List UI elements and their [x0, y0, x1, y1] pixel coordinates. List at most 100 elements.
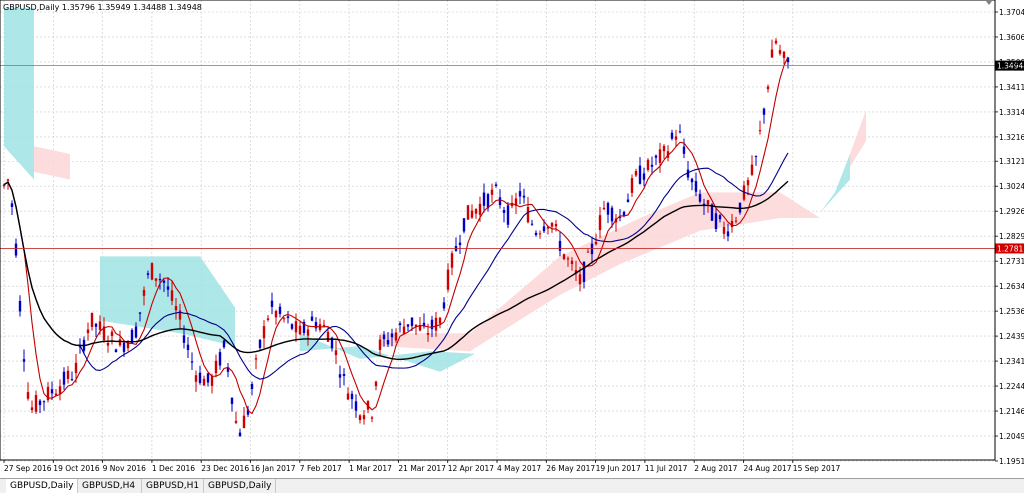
candle-body	[626, 199, 630, 203]
candle-body	[314, 322, 318, 329]
candle-body	[522, 195, 526, 198]
candle-body	[58, 386, 62, 394]
candle-body	[562, 254, 566, 260]
candle-body	[766, 86, 770, 90]
candle-body	[630, 178, 634, 193]
candle-body	[722, 227, 726, 234]
candle-body	[762, 108, 766, 115]
candle-body	[254, 358, 258, 360]
time-tick-label: 1 Mar 2017	[349, 464, 392, 473]
candle-body	[490, 189, 494, 195]
candle-body	[586, 251, 590, 253]
candle-body	[210, 376, 214, 386]
candle-body	[178, 310, 182, 320]
price-tick-label: 1.37040	[999, 8, 1024, 17]
candle-body	[74, 362, 78, 374]
candle-body	[134, 326, 138, 338]
candle-body	[282, 318, 286, 320]
price-tick-label: 1.34115	[999, 83, 1024, 92]
time-tick-label: 26 May 2017	[546, 464, 595, 473]
candle-body	[606, 202, 610, 215]
candle-body	[750, 164, 754, 175]
candle-body	[118, 339, 122, 346]
candle-body	[90, 312, 94, 327]
time-tick-label: 2 Aug 2017	[694, 464, 737, 473]
candle-body	[406, 324, 410, 327]
candle-body	[370, 417, 374, 419]
candle-body	[458, 242, 462, 246]
chart-tabbar: GBPUSD,Daily GBPUSD,H4 GBPUSD,H1 GBPUSD,Dai…	[0, 478, 1024, 493]
candle-body	[478, 203, 482, 215]
chart-tab-2[interactable]: GBPUSD,H4	[78, 479, 142, 493]
candle-body	[66, 370, 70, 379]
candle-body	[238, 432, 242, 437]
candle-body	[558, 240, 562, 251]
candle-body	[14, 243, 18, 256]
candle-body	[182, 335, 186, 343]
candle-body	[374, 381, 378, 387]
candle-body	[146, 273, 150, 275]
candle-body	[306, 329, 310, 336]
candle-body	[502, 210, 506, 213]
candle-body	[170, 290, 174, 301]
candle-body	[150, 263, 154, 280]
price-chart[interactable]: 1.349481.27811 1.370401.360651.350901.34…	[0, 0, 1024, 478]
candle-body	[550, 222, 554, 227]
chart-window[interactable]: 1.349481.27811 1.370401.360651.350901.34…	[0, 0, 1024, 493]
candle-body	[214, 360, 218, 374]
price-tick-label: 1.33140	[999, 108, 1024, 117]
chart-tab-1[interactable]: GBPUSD,Daily	[6, 479, 78, 493]
candle-body	[106, 342, 110, 346]
candle-body	[654, 155, 658, 158]
candle-body	[642, 173, 646, 180]
candle-body	[774, 40, 778, 44]
price-tick-label: 1.19515	[999, 457, 1024, 466]
candle-body	[682, 146, 686, 154]
candle-body	[234, 420, 238, 423]
candle-body	[530, 223, 534, 225]
candle-body	[610, 207, 614, 222]
candle-body	[206, 373, 210, 383]
candle-body	[534, 232, 538, 236]
candle-body	[358, 415, 362, 421]
chart-background	[0, 0, 1024, 478]
candle-body	[114, 349, 118, 353]
candle-body	[438, 317, 442, 324]
time-tick-label: 12 Apr 2017	[448, 464, 495, 473]
candle-body	[662, 145, 666, 152]
candle-body	[718, 215, 722, 220]
candle-body	[34, 395, 38, 412]
candle-body	[298, 325, 302, 335]
candle-body	[398, 323, 402, 326]
symbol-info: GBPUSD,Daily 1.35796 1.35949 1.34488 1.3…	[3, 3, 202, 12]
candle-body	[734, 220, 738, 222]
candle-body	[690, 178, 694, 183]
candle-body	[590, 243, 594, 255]
candle-body	[410, 317, 414, 326]
chart-tab-4[interactable]: GBPUSD,Daily	[204, 479, 276, 493]
candle-body	[634, 171, 638, 176]
time-tick-label: 16 Jan 2017	[251, 464, 296, 473]
candle-body	[250, 384, 254, 389]
candle-body	[222, 340, 226, 348]
candle-body	[94, 323, 98, 327]
price-tick-label: 1.26340	[999, 282, 1024, 291]
candle-body	[122, 342, 126, 352]
price-tick-label: 1.22440	[999, 382, 1024, 391]
price-tick-label: 1.28290	[999, 232, 1024, 241]
chart-tab-3[interactable]: GBPUSD,H1	[142, 479, 204, 493]
candle-body	[218, 352, 222, 366]
candle-body	[338, 374, 342, 378]
candle-body	[694, 181, 698, 192]
candle-body	[30, 407, 34, 411]
candle-body	[194, 375, 198, 382]
time-tick-label: 9 Nov 2016	[103, 464, 146, 473]
candle-body	[566, 258, 570, 260]
candle-body	[442, 302, 446, 309]
candle-body	[166, 286, 170, 290]
time-tick-label: 19 Oct 2016	[53, 464, 100, 473]
candle-body	[110, 331, 114, 336]
candle-body	[434, 317, 438, 331]
candle-body	[466, 205, 470, 220]
candle-body	[322, 324, 326, 327]
